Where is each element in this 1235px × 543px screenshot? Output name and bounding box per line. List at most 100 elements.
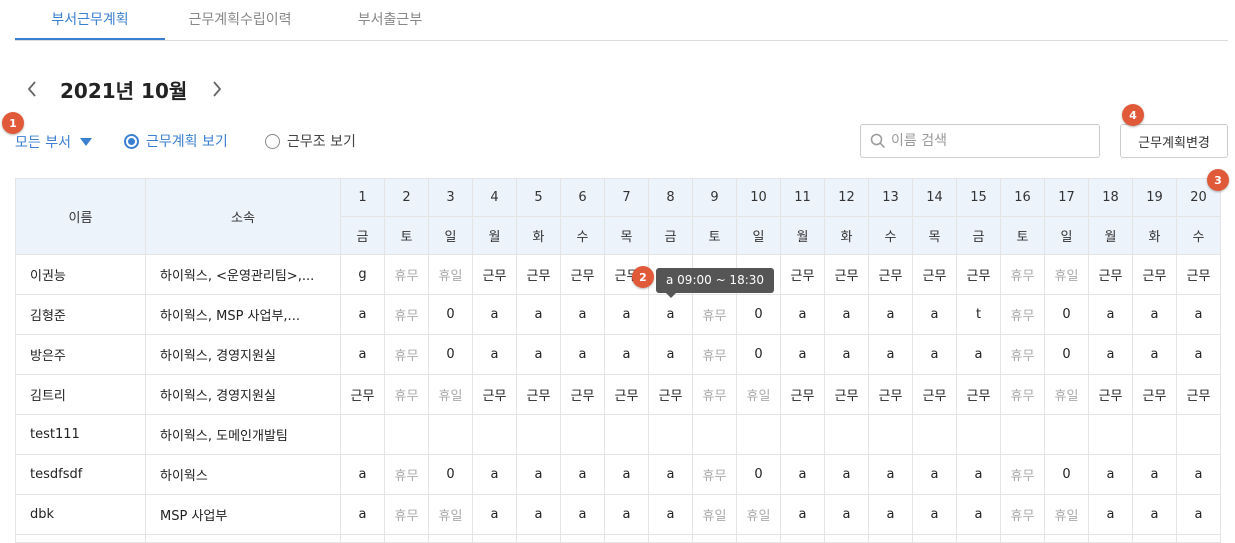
shift-cell[interactable]: a bbox=[824, 334, 869, 375]
shift-cell[interactable]: a bbox=[472, 334, 517, 375]
tab-dept-attendance[interactable]: 부서출근부 bbox=[315, 0, 465, 40]
shift-cell[interactable]: 휴일 bbox=[1044, 374, 1089, 415]
shift-cell[interactable]: 근무 bbox=[516, 374, 561, 415]
radio-work-group-view[interactable]: 근무조 보기 bbox=[265, 130, 356, 152]
shift-cell[interactable]: a bbox=[516, 454, 561, 495]
shift-cell[interactable]: 0 bbox=[428, 334, 473, 375]
shift-cell[interactable]: 휴무 bbox=[1000, 374, 1045, 415]
shift-cell[interactable]: 근무 bbox=[956, 254, 1001, 295]
name-search-input[interactable] bbox=[891, 133, 1091, 149]
radio-work-plan-view[interactable]: 근무계획 보기 bbox=[124, 130, 228, 152]
shift-cell[interactable]: 0 bbox=[1044, 334, 1089, 375]
shift-cell[interactable]: 휴무 bbox=[692, 454, 737, 495]
shift-cell[interactable]: 근무 bbox=[340, 374, 385, 415]
shift-cell[interactable]: a bbox=[604, 334, 649, 375]
shift-cell[interactable]: 근무 bbox=[1088, 374, 1133, 415]
shift-cell[interactable]: a bbox=[604, 294, 649, 335]
shift-cell[interactable] bbox=[560, 414, 605, 455]
shift-cell[interactable]: a bbox=[868, 454, 913, 495]
shift-cell[interactable]: 근무 bbox=[1132, 374, 1177, 415]
shift-cell[interactable]: a bbox=[1088, 334, 1133, 375]
shift-cell[interactable]: 근무 bbox=[780, 254, 825, 295]
shift-cell[interactable]: 휴일 bbox=[692, 494, 737, 535]
shift-cell[interactable]: a bbox=[780, 334, 825, 375]
shift-cell[interactable] bbox=[472, 414, 517, 455]
shift-cell[interactable] bbox=[428, 414, 473, 455]
shift-cell[interactable]: 휴일 bbox=[1044, 254, 1089, 295]
shift-cell[interactable]: a bbox=[648, 334, 693, 375]
shift-cell[interactable] bbox=[1044, 414, 1089, 455]
shift-cell[interactable]: a bbox=[560, 494, 605, 535]
shift-cell[interactable]: a bbox=[516, 494, 561, 535]
shift-cell[interactable] bbox=[780, 414, 825, 455]
shift-cell[interactable]: 0 bbox=[736, 294, 781, 335]
shift-cell[interactable]: a bbox=[648, 294, 693, 335]
shift-cell[interactable]: 근무 bbox=[912, 254, 957, 295]
shift-cell[interactable]: a bbox=[912, 334, 957, 375]
shift-cell[interactable]: a bbox=[868, 494, 913, 535]
shift-cell[interactable]: a bbox=[1088, 294, 1133, 335]
shift-cell[interactable]: a bbox=[780, 494, 825, 535]
shift-cell[interactable]: 휴일 bbox=[428, 374, 473, 415]
shift-cell[interactable]: a bbox=[912, 294, 957, 335]
shift-cell[interactable] bbox=[912, 414, 957, 455]
shift-cell[interactable] bbox=[692, 414, 737, 455]
shift-cell[interactable]: a bbox=[1176, 494, 1221, 535]
shift-cell[interactable]: 근무 bbox=[780, 374, 825, 415]
shift-cell[interactable]: 근무 bbox=[1176, 254, 1221, 295]
shift-cell[interactable]: a bbox=[472, 294, 517, 335]
shift-cell[interactable]: a bbox=[516, 334, 561, 375]
shift-cell[interactable]: a bbox=[516, 294, 561, 335]
shift-cell[interactable]: a bbox=[648, 494, 693, 535]
shift-cell[interactable]: 0 bbox=[736, 334, 781, 375]
shift-cell[interactable]: 휴일 bbox=[736, 494, 781, 535]
shift-cell[interactable]: a bbox=[824, 454, 869, 495]
shift-cell[interactable] bbox=[1000, 414, 1045, 455]
shift-cell[interactable]: a bbox=[824, 494, 869, 535]
shift-cell[interactable]: a bbox=[956, 454, 1001, 495]
shift-cell[interactable]: a bbox=[956, 334, 1001, 375]
chevron-right-icon[interactable] bbox=[205, 77, 229, 101]
shift-cell[interactable]: a bbox=[1176, 334, 1221, 375]
shift-cell[interactable]: 휴무 bbox=[1000, 494, 1045, 535]
shift-cell[interactable] bbox=[1132, 414, 1177, 455]
shift-cell[interactable] bbox=[824, 414, 869, 455]
shift-cell[interactable]: 휴무 bbox=[1000, 294, 1045, 335]
shift-cell[interactable]: 0 bbox=[1044, 294, 1089, 335]
shift-cell[interactable]: a bbox=[648, 454, 693, 495]
shift-cell[interactable]: 근무 bbox=[472, 254, 517, 295]
shift-cell[interactable]: a bbox=[560, 334, 605, 375]
shift-cell[interactable]: 근무 bbox=[824, 374, 869, 415]
shift-cell[interactable]: 휴무 bbox=[1000, 334, 1045, 375]
shift-cell[interactable]: a bbox=[340, 454, 385, 495]
shift-cell[interactable]: 근무 bbox=[472, 374, 517, 415]
shift-cell[interactable]: 휴무 bbox=[692, 334, 737, 375]
shift-cell[interactable]: a bbox=[472, 454, 517, 495]
shift-cell[interactable]: 근무 bbox=[604, 374, 649, 415]
change-work-plan-button[interactable]: 근무계획변경 bbox=[1120, 124, 1228, 158]
tab-plan-history[interactable]: 근무계획수립이력 bbox=[165, 0, 315, 40]
shift-cell[interactable]: 근무 bbox=[1132, 254, 1177, 295]
shift-cell[interactable]: a bbox=[912, 494, 957, 535]
shift-cell[interactable]: a bbox=[340, 294, 385, 335]
shift-cell[interactable]: t bbox=[956, 294, 1001, 335]
shift-cell[interactable]: a bbox=[956, 494, 1001, 535]
chevron-left-icon[interactable] bbox=[20, 77, 44, 101]
shift-cell[interactable]: a bbox=[1088, 454, 1133, 495]
shift-cell[interactable]: a bbox=[560, 454, 605, 495]
shift-cell[interactable]: a bbox=[912, 454, 957, 495]
shift-cell[interactable]: 휴일 bbox=[428, 254, 473, 295]
shift-cell[interactable]: a bbox=[780, 454, 825, 495]
shift-cell[interactable]: 근무 bbox=[648, 374, 693, 415]
shift-cell[interactable]: a bbox=[560, 294, 605, 335]
shift-cell[interactable]: a bbox=[868, 294, 913, 335]
shift-cell[interactable]: a bbox=[1132, 334, 1177, 375]
shift-cell[interactable] bbox=[384, 414, 429, 455]
shift-cell[interactable]: a bbox=[1176, 454, 1221, 495]
shift-cell[interactable]: 근무 bbox=[560, 374, 605, 415]
shift-cell[interactable]: 휴일 bbox=[428, 494, 473, 535]
shift-cell[interactable] bbox=[340, 414, 385, 455]
shift-cell[interactable]: g bbox=[340, 254, 385, 295]
shift-cell[interactable]: 근무 bbox=[1088, 254, 1133, 295]
shift-cell[interactable]: a bbox=[1132, 294, 1177, 335]
